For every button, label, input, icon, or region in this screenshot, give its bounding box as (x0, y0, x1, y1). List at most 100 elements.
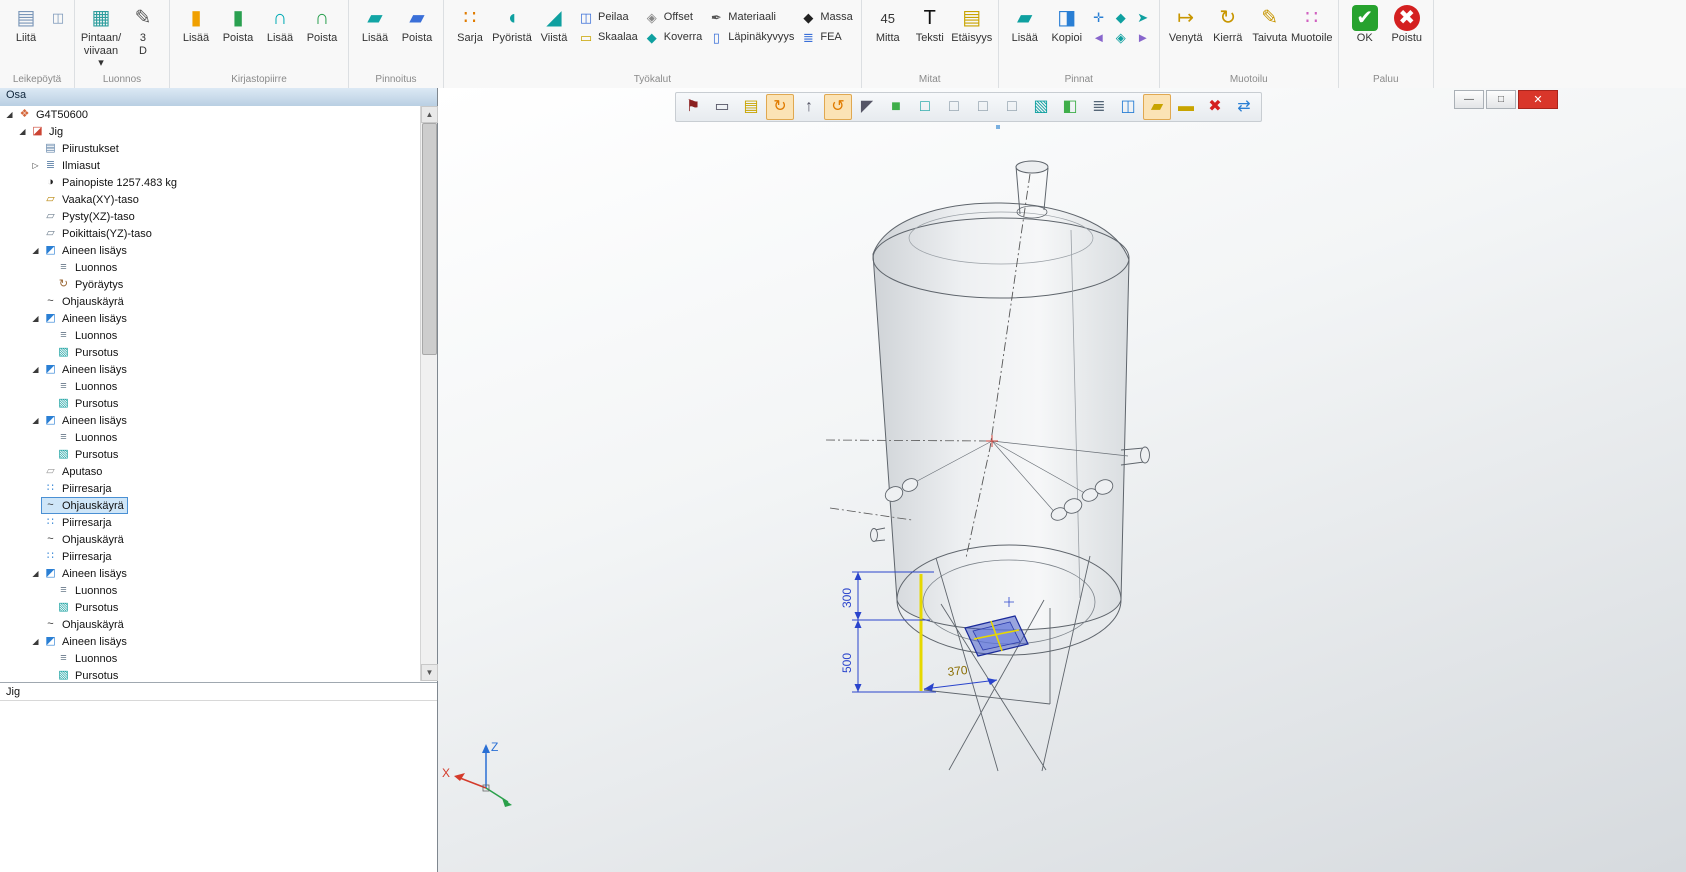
delete-button[interactable]: ✖ (1201, 94, 1229, 120)
ok-button[interactable]: ✔OK (1344, 2, 1386, 45)
poista-button[interactable]: ▰Poista (396, 2, 438, 45)
läpinäkyvyys-button[interactable]: ▯Läpinäkyvyys (705, 27, 797, 47)
expand-open-icon[interactable]: ◢ (30, 365, 41, 374)
expand-open-icon[interactable]: ◢ (17, 127, 28, 136)
surf-diamond-button[interactable]: ◆ (1110, 7, 1132, 27)
copy-button[interactable]: ◫ (47, 7, 69, 27)
tree-item-luonnos[interactable]: ≡Luonnos (0, 327, 421, 344)
pyöristä-button[interactable]: ◖Pyöristä (491, 2, 533, 45)
pintaan-viivaan-button[interactable]: ▦Pintaan/ viivaan ▾ (80, 2, 122, 70)
axis-move-button[interactable]: ↑ (795, 94, 823, 120)
muotoile-button[interactable]: ∷Muotoile (1291, 2, 1333, 45)
viewport-canvas[interactable]: 300 500 370 Z X (438, 88, 1686, 872)
massa-button[interactable]: ◆Massa (797, 7, 855, 27)
3-d-button[interactable]: ✎3 D (122, 2, 164, 57)
tree-item-pursotus[interactable]: ▧Pursotus (0, 395, 421, 412)
tree-item-luonnos[interactable]: ≡Luonnos (0, 582, 421, 599)
tree-item-aineen-lisäys[interactable]: ◢◩Aineen lisäys (0, 633, 421, 650)
kierrä-button[interactable]: ↻Kierrä (1207, 2, 1249, 45)
cube-wire-teal-button[interactable]: □ (911, 94, 939, 120)
expand-closed-icon[interactable]: ▷ (30, 161, 41, 170)
poista-button[interactable]: ▮Poista (217, 2, 259, 45)
teksti-button[interactable]: TTeksti (909, 2, 951, 45)
pick-box-button[interactable]: ◤ (853, 94, 881, 120)
tree-item-aputaso[interactable]: ▱Aputaso (0, 463, 421, 480)
tree-item-poikittais-yz-taso[interactable]: ▱Poikittais(YZ)-taso (0, 225, 421, 242)
expand-open-icon[interactable]: ◢ (30, 314, 41, 323)
close-button[interactable]: ✕ (1518, 90, 1558, 109)
lisää-button[interactable]: ▰Lisää (354, 2, 396, 45)
cube-wire2-button[interactable]: □ (969, 94, 997, 120)
tree-item-luonnos[interactable]: ≡Luonnos (0, 378, 421, 395)
offset-button[interactable]: ◈Offset (641, 7, 706, 27)
surf-right-button[interactable]: ► (1132, 27, 1154, 47)
surface-select-button[interactable]: ▰ (1143, 94, 1171, 120)
surf-arrow-button[interactable]: ➤ (1132, 7, 1154, 27)
pick-cube-button[interactable]: ◧ (1056, 94, 1084, 120)
taivuta-button[interactable]: ✎Taivuta (1249, 2, 1291, 45)
materiaali-button[interactable]: ✒Materiaali (705, 7, 797, 27)
viewport[interactable]: 300 500 370 Z X ⚑▭▤↻↑↺◤■□□□□▧◧≣◫▰▬✖⇄ — □… (438, 88, 1686, 872)
sarja-button[interactable]: ∷Sarja (449, 2, 491, 45)
tree-scrollbar[interactable]: ▲ ▼ (420, 106, 437, 681)
tree-item-g4t50600[interactable]: ◢❖G4T50600 (0, 106, 421, 123)
tree-item-pursotus[interactable]: ▧Pursotus (0, 446, 421, 463)
orbit-button[interactable]: ↺ (824, 94, 852, 120)
koverra-button[interactable]: ◆Koverra (641, 27, 706, 47)
pin-button[interactable]: ⚑ (679, 94, 707, 120)
tree-item-ohjauskäyrä[interactable]: ~Ohjauskäyrä (0, 531, 421, 548)
expand-open-icon[interactable]: ◢ (30, 416, 41, 425)
expand-open-icon[interactable]: ◢ (30, 637, 41, 646)
scroll-down-icon[interactable]: ▼ (421, 664, 438, 681)
cube-solid-button[interactable]: ■ (882, 94, 910, 120)
fea-button[interactable]: ≣FEA (797, 27, 855, 47)
measure-ruler-button[interactable]: ▤ (737, 94, 765, 120)
cube-wire-button[interactable]: □ (940, 94, 968, 120)
layers-button[interactable]: ◫ (1114, 94, 1142, 120)
tree-item-piirresarja[interactable]: ∷Piirresarja (0, 548, 421, 565)
tree-item-painopiste-1257-483-kg[interactable]: ◑Painopiste 1257.483 kg (0, 174, 421, 191)
scrollbar-thumb[interactable] (422, 123, 437, 355)
tree-item-pursotus[interactable]: ▧Pursotus (0, 667, 421, 681)
tree-item-ohjauskäyrä[interactable]: ~Ohjauskäyrä (0, 497, 421, 514)
surf-pick-left-button[interactable]: ◄ (1088, 27, 1110, 47)
etäisyys-button[interactable]: ▤Etäisyys (951, 2, 993, 45)
expand-open-icon[interactable]: ◢ (30, 246, 41, 255)
minimize-button[interactable]: — (1454, 90, 1484, 109)
tree-item-aineen-lisäys[interactable]: ◢◩Aineen lisäys (0, 361, 421, 378)
tree-item-luonnos[interactable]: ≡Luonnos (0, 650, 421, 667)
tree-item-ilmiasut[interactable]: ▷≣Ilmiasut (0, 157, 421, 174)
tree-item-luonnos[interactable]: ≡Luonnos (0, 429, 421, 446)
tree-item-pursotus[interactable]: ▧Pursotus (0, 599, 421, 616)
surf-pick-add-button[interactable]: ✛ (1088, 7, 1110, 27)
tree-item-jig[interactable]: ◢◪Jig (0, 123, 421, 140)
tree-item-ohjauskäyrä[interactable]: ~Ohjauskäyrä (0, 293, 421, 310)
tree-item-aineen-lisäys[interactable]: ◢◩Aineen lisäys (0, 242, 421, 259)
cube-shaded-button[interactable]: ▧ (1027, 94, 1055, 120)
venytä-button[interactable]: ↦Venytä (1165, 2, 1207, 45)
lisää-button[interactable]: ▰Lisää (1004, 2, 1046, 45)
tree[interactable]: ◢❖G4T50600◢◪Jig▤Piirustukset▷≣Ilmiasut◑P… (0, 106, 421, 681)
tree-item-aineen-lisäys[interactable]: ◢◩Aineen lisäys (0, 565, 421, 582)
surf-gem-button[interactable]: ◈ (1110, 27, 1132, 47)
skaalaa-button[interactable]: ▭Skaalaa (575, 27, 641, 47)
tree-item-piirustukset[interactable]: ▤Piirustukset (0, 140, 421, 157)
peilaa-button[interactable]: ◫Peilaa (575, 7, 641, 27)
tree-item-luonnos[interactable]: ≡Luonnos (0, 259, 421, 276)
tree-item-piirresarja[interactable]: ∷Piirresarja (0, 514, 421, 531)
viistä-button[interactable]: ◢Viistä (533, 2, 575, 45)
tree-item-pyöräytys[interactable]: ↻Pyöräytys (0, 276, 421, 293)
maximize-button[interactable]: □ (1486, 90, 1516, 109)
frame-select-button[interactable]: ▭ (708, 94, 736, 120)
poistu-button[interactable]: ✖Poistu (1386, 2, 1428, 45)
cube-wire3-button[interactable]: □ (998, 94, 1026, 120)
tree-item-aineen-lisäys[interactable]: ◢◩Aineen lisäys (0, 412, 421, 429)
rotate-snap-button[interactable]: ↻ (766, 94, 794, 120)
sheet-list-button[interactable]: ≣ (1085, 94, 1113, 120)
liitä-button[interactable]: ▤Liitä (5, 2, 47, 45)
lisää-button[interactable]: ▮Lisää (175, 2, 217, 45)
kopioi-button[interactable]: ◨Kopioi (1046, 2, 1088, 45)
expand-open-icon[interactable]: ◢ (30, 569, 41, 578)
tree-item-pursotus[interactable]: ▧Pursotus (0, 344, 421, 361)
expand-open-icon[interactable]: ◢ (4, 110, 15, 119)
